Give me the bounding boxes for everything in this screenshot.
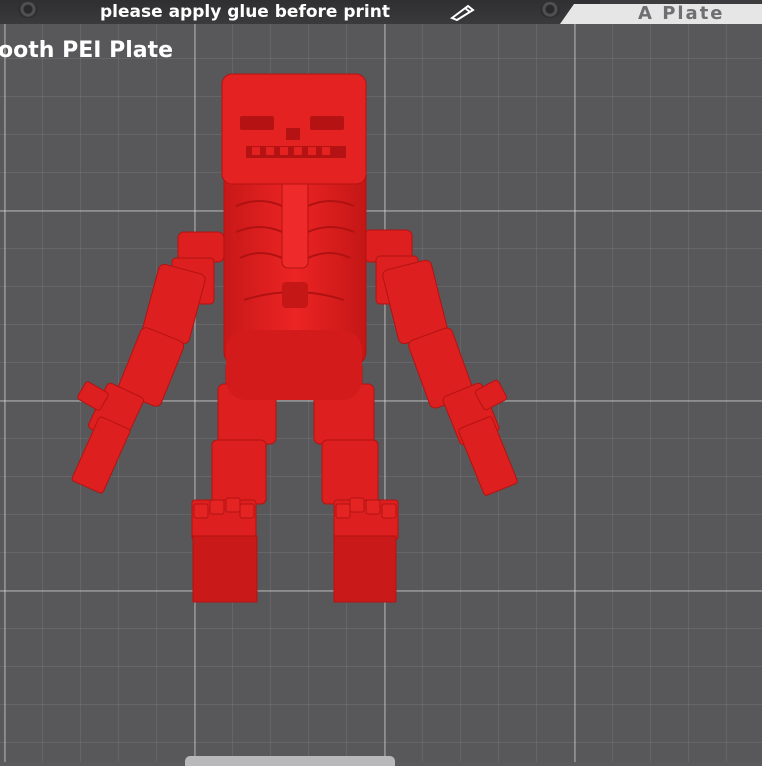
- skeleton-model[interactable]: [0, 0, 762, 762]
- left-arm: [71, 231, 225, 494]
- right-arm: [363, 229, 518, 496]
- bottom-scroll-handle[interactable]: [185, 756, 395, 766]
- skull-head: [221, 73, 367, 185]
- torso: [223, 159, 367, 400]
